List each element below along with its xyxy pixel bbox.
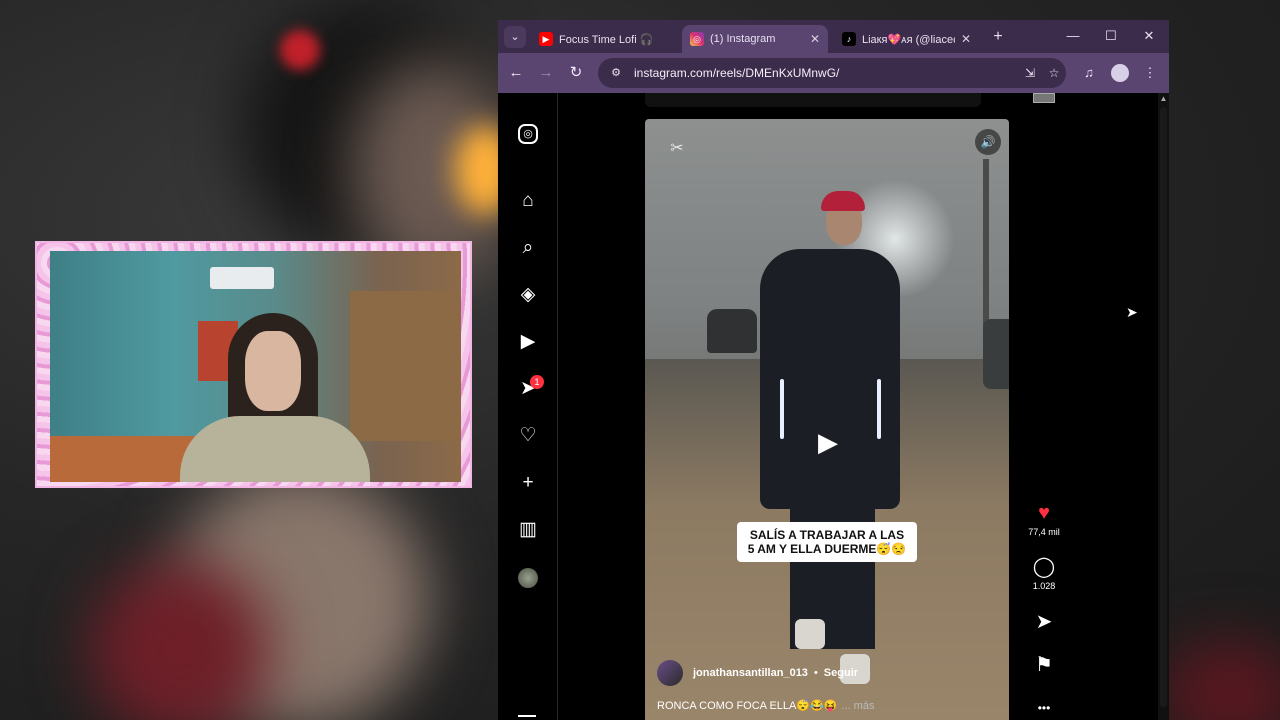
browser-menu-icon[interactable]: ⋮: [1139, 62, 1161, 84]
ellipsis-icon: •••: [1037, 701, 1051, 715]
media-controls-icon[interactable]: ♫: [1078, 62, 1100, 84]
instagram-sidebar: ◎ ⌂ ⌕ ◈ ▶ ➤ 1 ♡ + ▥: [498, 93, 558, 720]
share-icon: ➤: [1035, 611, 1053, 633]
instagram-logo-icon[interactable]: ◎: [518, 124, 538, 144]
tab-title: Focus Time Lofi 🎧: [559, 33, 654, 46]
tab-focus-time[interactable]: ▶ Focus Time Lofi 🎧: [531, 25, 679, 53]
tab-title: (1) Instagram: [710, 33, 776, 45]
bookmark-star-icon[interactable]: ☆: [1042, 63, 1066, 83]
bookmark-icon: ⚑: [1035, 654, 1053, 676]
back-button[interactable]: ←: [505, 62, 527, 84]
capcut-icon: ✂: [670, 140, 684, 157]
tab-bar: ⌄ ▶ Focus Time Lofi 🎧 ◎ (1) Instagram ✕ …: [498, 20, 1169, 53]
webcam-overlay: [35, 241, 472, 488]
video-caption: SALÍS A TRABAJAR A LAS 5 AM Y ELLA DUERM…: [737, 522, 917, 562]
minimize-button[interactable]: —: [1054, 25, 1092, 47]
heart-icon: ♥: [1038, 502, 1050, 524]
like-count: 77,4 mil: [1028, 527, 1060, 537]
tab-title: Liaкя💖ᴀя (@liacec…: [862, 33, 955, 46]
webcam-person-body: [180, 416, 370, 482]
avatar: [1111, 64, 1129, 82]
like-button[interactable]: ♥ 77,4 mil: [1018, 501, 1070, 537]
chevron-down-icon: ⌄: [510, 31, 520, 43]
tab-search-button[interactable]: ⌄: [504, 26, 526, 48]
maximize-button[interactable]: ☐: [1092, 25, 1130, 47]
webcam-feed: [50, 251, 461, 482]
webcam-table: [50, 436, 200, 482]
share-button[interactable]: ➤: [1018, 610, 1070, 634]
reel-shoe: [795, 619, 825, 649]
background-red-shape-right: [1160, 640, 1280, 720]
webcam-person-face: [245, 331, 301, 411]
background-red-dot: [280, 30, 320, 70]
tiktok-icon: ♪: [842, 32, 856, 46]
play-icon[interactable]: ▶: [813, 427, 843, 457]
home-icon[interactable]: ⌂: [515, 188, 541, 214]
reel-reflective-stripe: [877, 379, 881, 439]
more-link[interactable]: ... más: [841, 700, 874, 712]
previous-reel-edge: [645, 93, 981, 107]
caption-line: 5 AM Y ELLA DUERME😴😒: [747, 542, 907, 556]
profile-button[interactable]: [1109, 62, 1131, 84]
youtube-icon: ▶: [539, 32, 553, 46]
caption-line: SALÍS A TRABAJAR A LAS: [749, 528, 905, 542]
close-tab-icon[interactable]: ✕: [810, 32, 820, 46]
notifications-icon[interactable]: ♡: [515, 423, 541, 449]
reels-icon[interactable]: ▶: [515, 329, 541, 355]
close-window-button[interactable]: ✕: [1130, 25, 1168, 47]
tab-tiktok[interactable]: ♪ Liaкя💖ᴀя (@liacec… ✕: [834, 25, 979, 53]
browser-toolbar: ← → ↻ ⚙ instagram.com/reels/DMEnKxUMnwG/…: [498, 53, 1169, 93]
messages-badge: 1: [530, 375, 544, 389]
comment-button[interactable]: ◯ 1.028: [1018, 555, 1070, 591]
author-avatar[interactable]: [657, 660, 683, 686]
instagram-icon: ◎: [690, 32, 704, 46]
search-icon[interactable]: ⌕: [515, 235, 541, 261]
description-text: RONCA COMO FOCA ELLA😴😂😝: [657, 700, 838, 712]
forward-button[interactable]: →: [535, 62, 557, 84]
address-bar[interactable]: ⚙ instagram.com/reels/DMEnKxUMnwG/ ⇲ ☆: [598, 58, 1066, 88]
reel-actions: ♥ 77,4 mil ◯ 1.028 ➤ ⚑ •••: [1018, 93, 1070, 720]
url-text[interactable]: instagram.com/reels/DMEnKxUMnwG/: [634, 66, 1018, 80]
new-tab-button[interactable]: +: [987, 26, 1009, 48]
tab-instagram[interactable]: ◎ (1) Instagram ✕: [682, 25, 828, 53]
close-tab-icon[interactable]: ✕: [961, 32, 971, 46]
reel-car-right: [983, 319, 1009, 389]
scroll-up-arrow-icon[interactable]: ▲: [1158, 93, 1169, 104]
reel-car: [707, 309, 757, 353]
more-menu-icon[interactable]: [518, 715, 536, 717]
install-app-icon[interactable]: ⇲: [1018, 63, 1042, 83]
comment-icon: ◯: [1032, 556, 1056, 578]
author-name-link[interactable]: jonathansantillan_013: [693, 667, 808, 679]
more-options-button[interactable]: •••: [1018, 696, 1070, 720]
reel-video[interactable]: ✂ 🔊 ▶ SALÍS A TRABAJAR A LAS 5 AM Y ELLA…: [645, 119, 1009, 720]
instagram-page: ◎ ⌂ ⌕ ◈ ▶ ➤ 1 ♡ + ▥ ✂ 🔊 ▶ SALÍS A TRABAJ…: [498, 93, 1169, 720]
reel-description: RONCA COMO FOCA ELLA😴😂😝... más: [657, 699, 997, 712]
reel-person-cap: [821, 191, 865, 211]
site-info-icon[interactable]: ⚙: [606, 63, 626, 83]
dashboard-icon[interactable]: ▥: [515, 517, 541, 543]
save-button[interactable]: ⚑: [1018, 653, 1070, 677]
comment-count: 1.028: [1032, 581, 1056, 591]
follow-button[interactable]: Seguir: [824, 667, 858, 679]
next-reel-thumbnail[interactable]: [1033, 93, 1055, 103]
author-row: jonathansantillan_013 • Seguir: [657, 659, 997, 687]
browser-window: ⌄ ▶ Focus Time Lofi 🎧 ◎ (1) Instagram ✕ …: [498, 20, 1169, 720]
create-icon[interactable]: +: [515, 470, 541, 496]
explore-icon[interactable]: ◈: [515, 282, 541, 308]
reel-reflective-stripe: [780, 379, 784, 439]
webcam-shelf: [350, 291, 461, 441]
webcam-air-conditioner: [210, 267, 274, 289]
profile-avatar[interactable]: [518, 568, 538, 588]
scrollbar[interactable]: ▲: [1158, 93, 1169, 720]
mouse-cursor-icon: ➤: [1126, 304, 1138, 320]
scrollbar-thumb[interactable]: [1160, 107, 1167, 707]
separator-dot: •: [813, 667, 818, 679]
volume-icon[interactable]: 🔊: [975, 129, 1001, 155]
reload-button[interactable]: ↻: [565, 62, 587, 84]
